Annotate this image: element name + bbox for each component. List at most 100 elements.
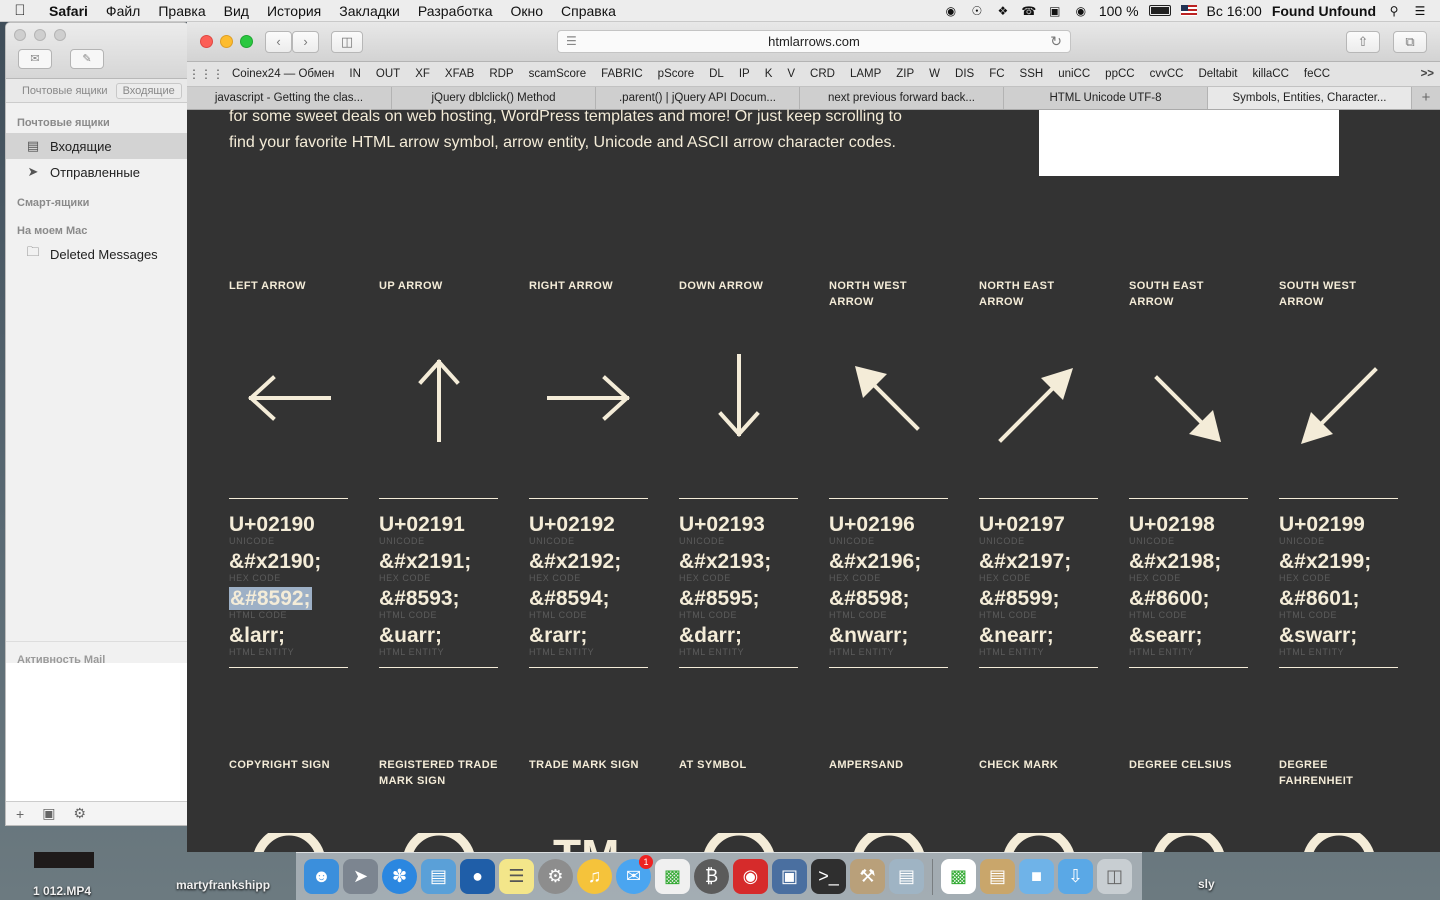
notification-center-icon[interactable]: ☰ (1412, 4, 1428, 18)
phone-icon[interactable]: ☎ (1021, 4, 1037, 18)
unicode-value[interactable]: U+02199 (1279, 513, 1398, 536)
show-tabs-icon[interactable]: ⧉ (1393, 31, 1427, 53)
bookmark-item[interactable]: W (922, 68, 948, 80)
bookmark-item[interactable]: ppCC (1098, 68, 1142, 80)
close-button[interactable] (200, 35, 213, 48)
battery-icon[interactable] (1148, 5, 1171, 16)
terminal-icon[interactable]: >_ (811, 859, 846, 894)
bookmark-item[interactable]: RDP (482, 68, 521, 80)
bookmark-item[interactable]: SSH (1013, 68, 1052, 80)
bookmark-item[interactable]: uniCC (1051, 68, 1098, 80)
section-mailboxes[interactable]: Почтовые ящики (6, 111, 188, 133)
menu-file[interactable]: Файл (97, 3, 149, 19)
hex-value[interactable]: &#x2198; (1129, 550, 1248, 573)
mail-minimize-button[interactable] (34, 29, 46, 41)
gear-icon[interactable]: ⚙ (73, 805, 86, 822)
html-code-value[interactable]: &#8601; (1279, 587, 1398, 610)
alien-icon[interactable]: ◉ (943, 4, 959, 18)
ad-box[interactable] (1039, 110, 1339, 176)
messages-icon[interactable]: ✉ 1 (616, 855, 653, 894)
bookmark-item[interactable]: LAMP (843, 68, 889, 80)
clock[interactable]: Вс 16:00 (1207, 3, 1262, 19)
entity-value[interactable]: &nearr; (979, 624, 1098, 647)
entity-value[interactable]: &rarr; (529, 624, 648, 647)
menu-view[interactable]: Вид (215, 3, 258, 19)
bookmark-item[interactable]: DIS (948, 68, 982, 80)
reader-icon[interactable]: ☰ (566, 31, 577, 52)
dropbox-icon[interactable]: ❖ (995, 4, 1011, 18)
entity-value[interactable]: &swarr; (1279, 624, 1398, 647)
bookmark-item[interactable]: scamScore (522, 68, 595, 80)
folder-icon[interactable]: ■ (1019, 859, 1054, 894)
sidebar-item-deleted[interactable]: 🗀 Deleted Messages (6, 241, 188, 267)
menu-edit[interactable]: Правка (149, 3, 214, 19)
desktop-file-folder[interactable]: martyfrankshipp (176, 878, 270, 892)
back-button[interactable]: ‹ (265, 31, 292, 53)
new-tab-button[interactable]: + (1412, 87, 1440, 109)
zoom-button[interactable] (240, 35, 253, 48)
bookmark-item[interactable]: IP (732, 68, 758, 80)
unicode-value[interactable]: U+02193 (679, 513, 798, 536)
menu-bookmarks[interactable]: Закладки (330, 3, 409, 19)
bookmark-item[interactable]: Deltabit (1191, 68, 1245, 80)
mail-zoom-button[interactable] (54, 29, 66, 41)
bookmark-item[interactable]: pScore (651, 68, 702, 80)
tab-html-unicode[interactable]: HTML Unicode UTF-8 (1004, 87, 1208, 109)
compose-button[interactable]: ✎ (70, 49, 104, 69)
trash-icon[interactable]: ◫ (1097, 859, 1132, 894)
video-thumbnail[interactable] (34, 852, 94, 868)
section-on-my-mac[interactable]: На моем Mac (6, 219, 188, 241)
fav-inbox[interactable]: Входящие (115, 82, 182, 99)
unicode-value[interactable]: U+02196 (829, 513, 948, 536)
image-capture-icon[interactable]: ▤ (889, 859, 924, 894)
finder-icon[interactable]: ☻ (304, 859, 339, 894)
bitcoin-icon[interactable]: ₿ (694, 859, 729, 894)
entity-value[interactable]: &larr; (229, 624, 348, 647)
entity-value[interactable]: &nwarr; (829, 624, 948, 647)
numbers-doc-icon[interactable]: ▩ (941, 859, 976, 894)
hex-value[interactable]: &#x2197; (979, 550, 1098, 573)
mail-close-button[interactable] (14, 29, 26, 41)
hex-value[interactable]: &#x2193; (679, 550, 798, 573)
bookmark-item[interactable]: cvvCC (1143, 68, 1192, 80)
bookmark-item[interactable]: feCC (1297, 68, 1338, 80)
bookmark-item[interactable]: Coinex24 — Обмен (225, 68, 342, 80)
sidebar-toggle-icon[interactable]: ◫ (331, 31, 363, 53)
launchpad-icon[interactable]: ➤ (343, 859, 378, 894)
top-sites-grid-icon[interactable]: ⋮⋮⋮ (187, 67, 225, 81)
bookmark-item[interactable]: FC (982, 68, 1012, 80)
desktop-file-mp4[interactable]: 1 012.MP4 (33, 884, 91, 898)
preview-icon[interactable]: ▤ (421, 859, 456, 894)
html-code-value[interactable]: &#8592; (229, 587, 312, 610)
entity-value[interactable]: &searr; (1129, 624, 1248, 647)
bookmark-item[interactable]: IN (342, 68, 369, 80)
html-code-value[interactable]: &#8594; (529, 587, 648, 610)
bookmark-item[interactable]: FABRIC (594, 68, 651, 80)
bookmark-item[interactable]: ZIP (889, 68, 922, 80)
bookmark-item[interactable]: V (780, 68, 803, 80)
bookmarks-overflow-button[interactable]: >> (1421, 68, 1440, 80)
hex-value[interactable]: &#x2192; (529, 550, 648, 573)
unicode-value[interactable]: U+02191 (379, 513, 498, 536)
share-icon[interactable]: ⇧ (1346, 31, 1380, 53)
virtualbox-icon[interactable]: ▣ (772, 859, 807, 894)
tab-symbols-entities[interactable]: Symbols, Entities, Character... (1208, 87, 1412, 109)
html-code-value[interactable]: &#8595; (679, 587, 798, 610)
hex-value[interactable]: &#x2190; (229, 550, 348, 573)
html-code-value[interactable]: &#8599; (979, 587, 1098, 610)
archive-icon[interactable]: ▤ (980, 859, 1015, 894)
bookmark-item[interactable]: XFAB (438, 68, 482, 80)
bookmark-item[interactable]: K (758, 68, 781, 80)
hex-value[interactable]: &#x2199; (1279, 550, 1398, 573)
lock-icon[interactable]: ▣ (1047, 4, 1063, 18)
minimize-button[interactable] (220, 35, 233, 48)
unicode-value[interactable]: U+02197 (979, 513, 1098, 536)
add-mailbox-icon[interactable]: + (16, 806, 24, 822)
numbers-icon[interactable]: ▩ (655, 859, 690, 894)
menu-window[interactable]: Окно (501, 3, 552, 19)
html-code-value[interactable]: &#8598; (829, 587, 948, 610)
sidebar-item-sent[interactable]: ➤ Отправленные (6, 159, 188, 185)
system-preferences-icon[interactable]: ⚙ (538, 859, 573, 894)
spotlight-search-icon[interactable]: ⚲ (1386, 4, 1402, 18)
show-activity-icon[interactable]: ▣ (42, 805, 55, 822)
